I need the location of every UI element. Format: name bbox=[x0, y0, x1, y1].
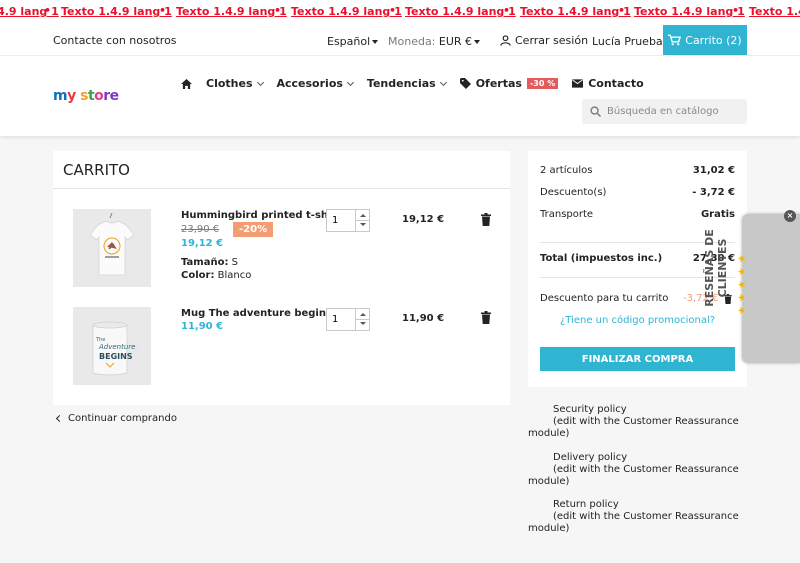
cart-icon bbox=[668, 34, 682, 46]
mug-icon: The Adventure BEGINS bbox=[92, 321, 140, 376]
product-name-link[interactable]: Mug The adventure begins bbox=[181, 308, 332, 319]
cart-button[interactable]: Carrito (2) bbox=[663, 25, 747, 55]
chevron-down-icon bbox=[256, 78, 264, 86]
attribute-color: Color: Blanco bbox=[181, 270, 252, 281]
menu-offers[interactable]: Ofertas -30 % bbox=[459, 77, 559, 90]
close-icon[interactable]: × bbox=[784, 210, 796, 222]
tag-icon bbox=[459, 78, 471, 89]
marquee-link[interactable]: Texto 1.4.9 lang 1 bbox=[749, 5, 800, 18]
marquee-separator: • bbox=[732, 4, 740, 17]
currency-value: EUR € bbox=[438, 35, 473, 48]
quantity-input[interactable] bbox=[327, 309, 355, 330]
quantity-input[interactable] bbox=[327, 210, 355, 231]
store-logo[interactable]: my store bbox=[53, 88, 119, 104]
search-box bbox=[582, 99, 747, 124]
reassurance-delivery: Delivery policy (edit with the Customer … bbox=[528, 452, 739, 487]
marquee-separator: • bbox=[274, 4, 282, 17]
announcement-marquee: Texto 1.4.9 lang 1 • Texto 1.4.9 lang 1 … bbox=[0, 0, 800, 25]
marquee-separator: • bbox=[159, 4, 167, 17]
currency-selector[interactable]: Moneda: EUR € bbox=[388, 35, 481, 48]
cart-label: Carrito (2) bbox=[685, 33, 742, 47]
main-menu: Clothes Accesorios Tendencias Ofertas -30… bbox=[181, 77, 658, 90]
language-selector[interactable]: Español bbox=[327, 35, 379, 48]
mail-icon bbox=[572, 79, 584, 88]
logout-label: Cerrar sesión bbox=[515, 34, 589, 47]
reviews-label: RESEÑAS DE CLIENTES bbox=[703, 229, 729, 307]
continue-shopping-link[interactable]: Continuar comprando bbox=[55, 413, 177, 424]
caret-down-icon bbox=[474, 40, 481, 44]
contact-link[interactable]: Contacte con nosotros bbox=[53, 34, 177, 47]
marquee-link[interactable]: Texto 1.4.9 lang 1 bbox=[61, 5, 172, 18]
checkout-button[interactable]: FINALIZAR COMPRA bbox=[540, 347, 735, 371]
marquee-link[interactable]: Texto 1.4.9 lang 1 bbox=[291, 5, 402, 18]
line-total: 11,90 € bbox=[402, 313, 445, 324]
product-image-tshirt[interactable] bbox=[73, 209, 151, 287]
user-icon bbox=[500, 35, 511, 46]
home-icon bbox=[181, 78, 192, 89]
menu-clothes[interactable]: Clothes bbox=[206, 77, 264, 90]
summary-products: 2 artículos 31,02 € bbox=[540, 165, 735, 176]
trash-icon[interactable] bbox=[481, 311, 491, 324]
account-link[interactable]: Lucía Prueba bbox=[592, 35, 663, 48]
trash-icon[interactable] bbox=[481, 213, 491, 226]
search-icon bbox=[590, 106, 601, 117]
mug-text: BEGINS bbox=[99, 352, 133, 361]
product-image-mug[interactable]: The Adventure BEGINS bbox=[73, 307, 151, 385]
discount-badge: -20% bbox=[233, 222, 274, 237]
quantity-stepper bbox=[326, 209, 370, 232]
product-price: 11,90 € bbox=[181, 321, 224, 332]
quantity-stepper bbox=[326, 308, 370, 331]
marquee-separator: • bbox=[618, 4, 626, 17]
marquee-link[interactable]: Texto 1.4.9 lang 1 bbox=[176, 5, 287, 18]
marquee-link[interactable]: Texto 1.4.9 lang 1 bbox=[634, 5, 745, 18]
top-bar: Contacte con nosotros Español Moneda: EU… bbox=[0, 25, 800, 56]
reassurance-return: Return policy (edit with the Customer Re… bbox=[528, 499, 739, 534]
customer-reviews-widget[interactable]: RESEÑAS DE CLIENTES ★★★★★ × bbox=[703, 210, 800, 363]
search-input[interactable] bbox=[607, 106, 742, 117]
site-header: my store Clothes Accesorios Tendencias O… bbox=[0, 56, 800, 136]
menu-accessories[interactable]: Accesorios bbox=[277, 77, 354, 90]
chevron-left-icon bbox=[55, 414, 64, 423]
attribute-size: Tamaño: S bbox=[181, 257, 238, 268]
caret-down-icon bbox=[372, 40, 379, 44]
reassurance-security: Security policy (edit with the Customer … bbox=[528, 404, 739, 439]
tshirt-icon bbox=[89, 212, 135, 276]
product-name-link[interactable]: Hummingbird printed t-shirt bbox=[181, 210, 341, 221]
qty-decrease-button[interactable] bbox=[355, 319, 369, 330]
cart-panel: CARRITO Hummingbird printed t-shirt 23,9… bbox=[53, 151, 510, 405]
offers-badge: -30 % bbox=[526, 78, 559, 89]
logout-link[interactable]: Cerrar sesión bbox=[500, 34, 588, 47]
marquee-separator: • bbox=[389, 4, 397, 17]
marquee-separator: • bbox=[44, 4, 52, 17]
menu-trends[interactable]: Tendencias bbox=[367, 77, 447, 90]
star-rating-icon: ★★★★★ bbox=[737, 250, 748, 315]
line-total: 19,12 € bbox=[402, 214, 445, 225]
chevron-down-icon bbox=[346, 78, 354, 86]
mug-text: Adventure bbox=[98, 343, 135, 351]
marquee-separator: • bbox=[503, 4, 511, 17]
marquee-link[interactable]: Texto 1.4.9 lang 1 bbox=[520, 5, 631, 18]
currency-label: Moneda: bbox=[388, 35, 436, 48]
product-price: 19,12 € bbox=[181, 238, 224, 249]
chevron-down-icon bbox=[439, 78, 447, 86]
menu-contact[interactable]: Contacto bbox=[572, 77, 644, 90]
marquee-link[interactable]: Texto 1.4.9 lang 1 bbox=[405, 5, 516, 18]
old-price: 23,90 € bbox=[181, 224, 220, 235]
menu-home[interactable] bbox=[181, 78, 192, 89]
page-title: CARRITO bbox=[63, 161, 130, 179]
divider bbox=[53, 188, 510, 189]
qty-decrease-button[interactable] bbox=[355, 220, 369, 231]
language-value: Español bbox=[327, 35, 371, 48]
